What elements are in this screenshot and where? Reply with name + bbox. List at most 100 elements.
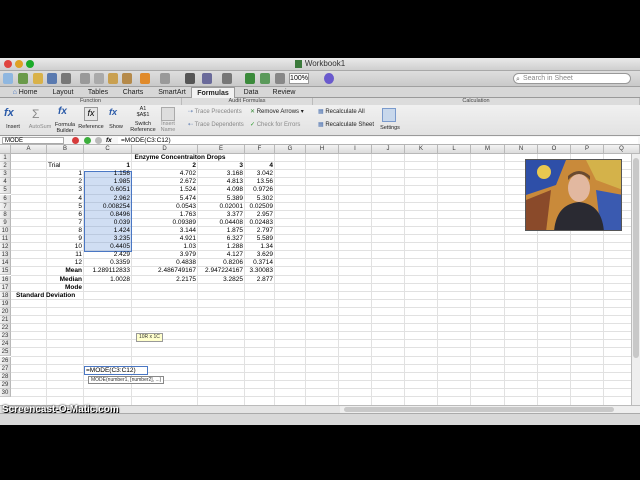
print-icon[interactable]: [61, 73, 71, 84]
column-number-label[interactable]: 1: [84, 162, 130, 170]
median-value[interactable]: 3.2825: [198, 276, 243, 284]
column-header-o[interactable]: O: [538, 145, 571, 154]
column-header-q[interactable]: Q: [604, 145, 640, 154]
trial-number[interactable]: 4: [47, 195, 82, 203]
column-header-d[interactable]: D: [132, 145, 198, 154]
formula-options-icon[interactable]: [95, 137, 102, 144]
data-cell[interactable]: 3.629: [245, 251, 273, 259]
vertical-scroll-thumb[interactable]: [633, 158, 639, 358]
table-title[interactable]: Enzyme Concentraiton Drops: [100, 154, 260, 162]
media-icon[interactable]: [275, 73, 285, 84]
column-number-label[interactable]: 4: [245, 162, 273, 170]
data-cell[interactable]: 0.02509: [245, 203, 274, 211]
data-cell[interactable]: 4.098: [198, 186, 243, 194]
row-header-10[interactable]: 10: [0, 226, 11, 235]
data-cell[interactable]: 0.8206: [198, 259, 243, 267]
column-number-label[interactable]: 3: [198, 162, 243, 170]
trial-number[interactable]: 12: [47, 259, 82, 267]
recalculate-sheet-button[interactable]: ▦ Recalculate Sheet: [318, 121, 374, 129]
trial-number[interactable]: 6: [47, 211, 82, 219]
formula-builder-icon[interactable]: fx: [58, 106, 72, 120]
trial-label[interactable]: Trial: [48, 162, 83, 170]
cancel-icon[interactable]: [72, 137, 79, 144]
data-cell[interactable]: 3.042: [245, 170, 273, 178]
data-cell[interactable]: 3.144: [132, 227, 196, 235]
row-header-25[interactable]: 25: [0, 348, 11, 357]
row-header-17[interactable]: 17: [0, 283, 11, 292]
data-cell[interactable]: 4.813: [198, 178, 243, 186]
median-value[interactable]: 1.0028: [84, 276, 130, 284]
data-cell[interactable]: 4.921: [132, 235, 196, 243]
data-cell[interactable]: 1.985: [84, 178, 130, 186]
row-header-24[interactable]: 24: [0, 340, 11, 349]
data-cell[interactable]: 1.524: [132, 186, 196, 194]
data-cell[interactable]: 0.02001: [198, 203, 244, 211]
trace-dependents-button[interactable]: ⇠ Trace Dependents: [188, 121, 244, 129]
tab-charts[interactable]: Charts: [118, 87, 148, 98]
row-header-3[interactable]: 3: [0, 170, 11, 179]
column-header-a[interactable]: A: [11, 145, 47, 154]
data-cell[interactable]: 0.6051: [84, 186, 130, 194]
trial-number[interactable]: 11: [47, 251, 82, 259]
insert-function-icon[interactable]: fx: [4, 107, 18, 121]
row-header-22[interactable]: 22: [0, 324, 11, 333]
column-header-b[interactable]: B: [47, 145, 84, 154]
trial-number[interactable]: 5: [47, 203, 82, 211]
data-cell[interactable]: 1.288: [198, 243, 243, 251]
row-header-12[interactable]: 12: [0, 243, 11, 252]
mode-label[interactable]: Mode: [47, 284, 82, 292]
data-cell[interactable]: 0.04408: [198, 219, 244, 227]
data-cell[interactable]: 4.702: [132, 170, 196, 178]
insert-name-icon[interactable]: [161, 107, 175, 121]
autosum-icon[interactable]: Σ: [32, 107, 46, 121]
data-cell[interactable]: 3.235: [84, 235, 130, 243]
trial-number[interactable]: 2: [47, 178, 82, 186]
column-number-label[interactable]: 2: [132, 162, 196, 170]
template-icon[interactable]: [18, 73, 28, 84]
reference-icon[interactable]: fx: [84, 107, 98, 121]
new-icon[interactable]: [3, 73, 13, 84]
data-cell[interactable]: 1.763: [132, 211, 196, 219]
tab-home[interactable]: ⌂ Home: [4, 87, 46, 98]
mean-label[interactable]: Mean: [47, 267, 82, 275]
tab-tables[interactable]: Tables: [84, 87, 112, 98]
cut-icon[interactable]: [80, 73, 90, 84]
paste-icon[interactable]: [108, 73, 118, 84]
row-header-30[interactable]: 30: [0, 388, 11, 397]
data-cell[interactable]: 1.156: [84, 170, 130, 178]
row-header-4[interactable]: 4: [0, 178, 11, 187]
mean-value[interactable]: 1.289112833: [84, 267, 130, 275]
trial-number[interactable]: 9: [47, 235, 82, 243]
row-header-16[interactable]: 16: [0, 275, 11, 284]
vertical-scrollbar[interactable]: [631, 154, 640, 405]
undo-icon[interactable]: [140, 73, 150, 84]
data-cell[interactable]: 2.797: [245, 227, 273, 235]
row-header-19[interactable]: 19: [0, 299, 11, 308]
data-cell[interactable]: 1.03: [132, 243, 196, 251]
data-cell[interactable]: 0.3714: [245, 259, 273, 267]
tab-smartart[interactable]: SmartArt: [154, 87, 190, 98]
median-value[interactable]: 2.2175: [132, 276, 196, 284]
data-cell[interactable]: 2.962: [84, 195, 130, 203]
enter-icon[interactable]: [84, 137, 91, 144]
data-cell[interactable]: 1.875: [198, 227, 243, 235]
data-cell[interactable]: 0.4405: [84, 243, 130, 251]
data-cell[interactable]: 13.56: [245, 178, 273, 186]
median-label[interactable]: Median: [47, 276, 82, 284]
formula-input[interactable]: =MODE(C3:C12): [118, 137, 638, 144]
mean-value[interactable]: 2.486749167: [132, 267, 196, 275]
row-header-13[interactable]: 13: [0, 251, 11, 260]
column-header-f[interactable]: F: [245, 145, 275, 154]
tab-data[interactable]: Data: [239, 87, 263, 98]
row-header-6[interactable]: 6: [0, 194, 11, 203]
data-cell[interactable]: 2.429: [84, 251, 130, 259]
save-icon[interactable]: [47, 73, 57, 84]
gallery-icon[interactable]: [245, 73, 255, 84]
data-cell[interactable]: 0.09389: [132, 219, 197, 227]
data-cell[interactable]: 3.168: [198, 170, 243, 178]
show-icon[interactable]: fx: [109, 107, 123, 121]
column-header-g[interactable]: G: [275, 145, 306, 154]
autosum-icon[interactable]: [185, 73, 195, 84]
mean-value[interactable]: 3.30083: [245, 267, 274, 275]
help-icon[interactable]: [324, 73, 334, 84]
